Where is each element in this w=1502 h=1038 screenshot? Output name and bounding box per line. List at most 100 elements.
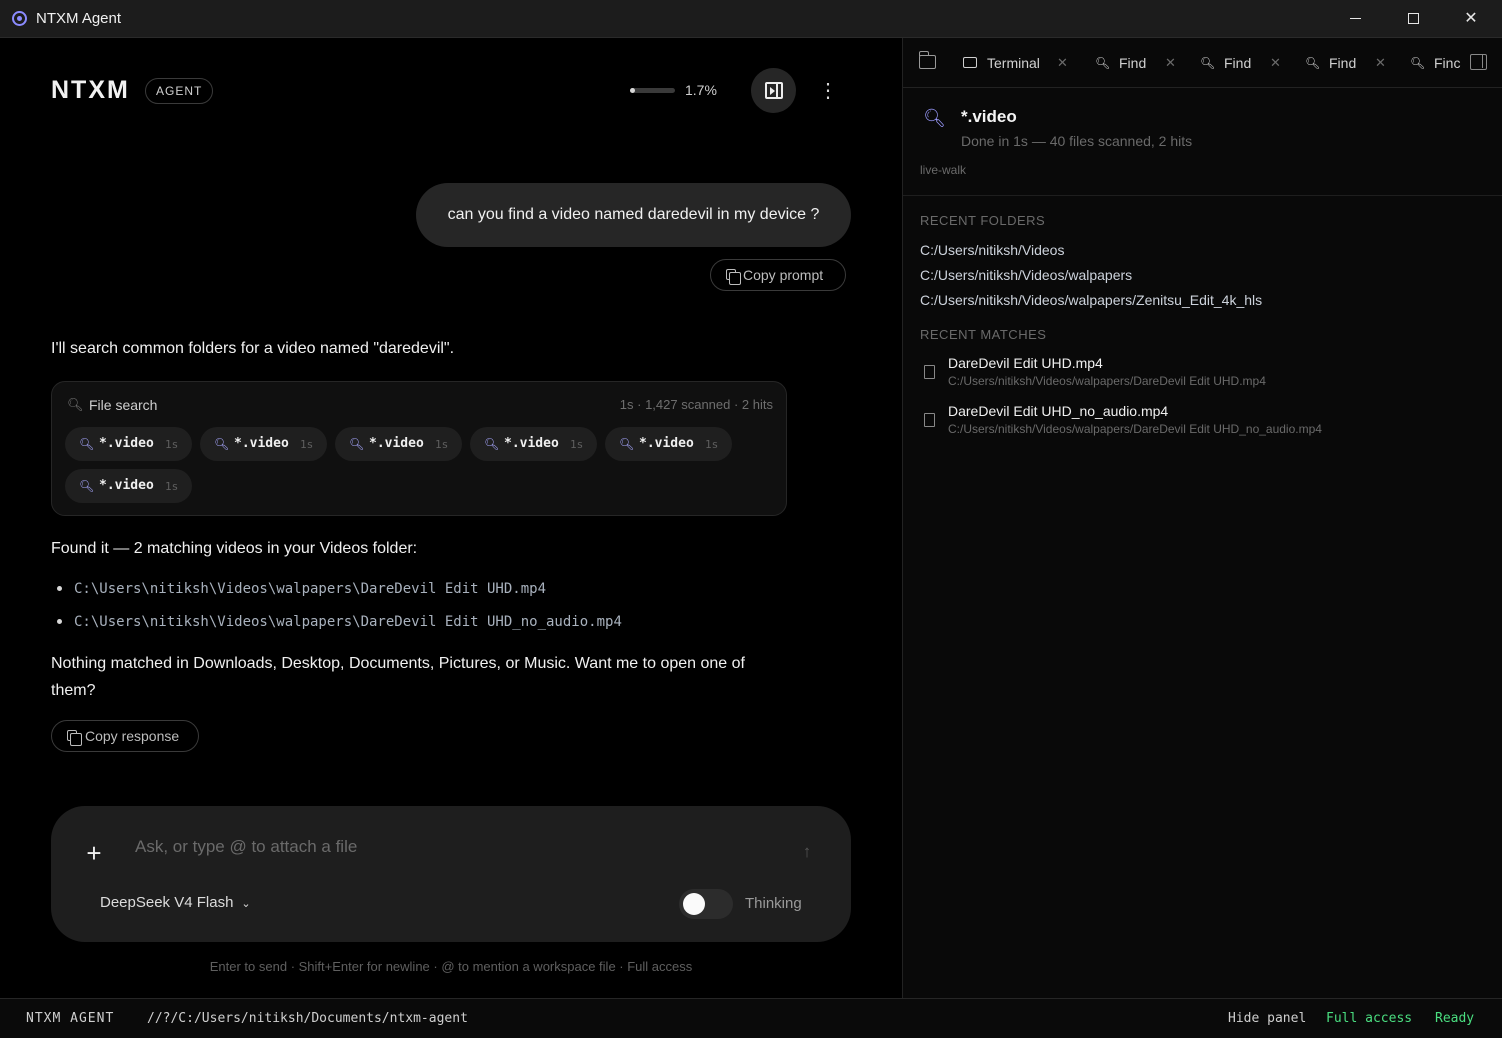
minimize-icon bbox=[1349, 18, 1361, 20]
close-tab-icon[interactable]: ✕ bbox=[1375, 38, 1386, 87]
title-bar: NTXM Agent ✕ bbox=[0, 0, 1502, 38]
recent-folder-link[interactable]: C:/Users/nitiksh/Videos bbox=[920, 242, 1064, 258]
search-duration: 1s bbox=[705, 438, 719, 451]
close-tab-icon[interactable]: ✕ bbox=[1165, 38, 1176, 87]
collapse-panel-icon[interactable] bbox=[1470, 54, 1487, 70]
find-summary: Done in 1s — 40 files scanned, 2 hits bbox=[961, 133, 1193, 149]
match-file-name: DareDevil Edit UHD_no_audio.mp4 bbox=[948, 403, 1169, 419]
search-duration: 1s bbox=[300, 438, 314, 451]
tab-terminal[interactable]: Terminal ✕ bbox=[963, 38, 1073, 87]
find-result-header: 🔍︎ *.video Done in 1s — 40 files scanned… bbox=[903, 88, 1502, 196]
search-call-chip[interactable]: 🔍︎ *.video 1s bbox=[65, 427, 192, 461]
user-message: can you find a video named daredevil in … bbox=[416, 183, 851, 247]
assistant-intro-text: I'll search common folders for a video n… bbox=[51, 340, 455, 357]
side-panel: Terminal ✕ 🔍︎ Find ✕ 🔍︎ Find ✕ 🔍︎ Find ✕… bbox=[902, 38, 1502, 998]
brand-logo: NTXM bbox=[51, 76, 130, 104]
prompt-input[interactable] bbox=[135, 834, 755, 860]
copy-icon bbox=[726, 269, 741, 285]
recent-match-item[interactable]: DareDevil Edit UHD_no_audio.mp4 C:/Users… bbox=[920, 403, 1480, 445]
context-usage-bar bbox=[630, 88, 675, 93]
search-duration: 1s bbox=[165, 480, 179, 493]
context-usage-text: 1.7% bbox=[685, 82, 717, 98]
tab-label: Find bbox=[1119, 55, 1147, 71]
close-tab-icon[interactable]: ✕ bbox=[1057, 38, 1068, 87]
panel-toggle-icon bbox=[765, 82, 783, 99]
search-call-chip[interactable]: 🔍︎ *.video 1s bbox=[470, 427, 597, 461]
search-duration: 1s bbox=[165, 438, 179, 451]
search-call-chip[interactable]: 🔍︎ *.video 1s bbox=[335, 427, 462, 461]
search-pattern: *.video bbox=[504, 436, 559, 451]
search-call-chip[interactable]: 🔍︎ *.video 1s bbox=[605, 427, 732, 461]
status-brand: NTXM AGENT bbox=[26, 1011, 115, 1026]
toggle-knob bbox=[683, 893, 705, 915]
copy-prompt-label: Copy prompt bbox=[743, 267, 824, 283]
search-call-chip[interactable]: 🔍︎ *.video 1s bbox=[200, 427, 327, 461]
tab-find[interactable]: 🔍︎ Find ✕ bbox=[1200, 38, 1290, 87]
search-icon: 🔍︎ bbox=[214, 437, 230, 451]
model-name: DeepSeek V4 Flash bbox=[100, 894, 234, 911]
tab-label: Find bbox=[1329, 55, 1357, 71]
toggle-panel-button[interactable] bbox=[751, 68, 796, 113]
copy-icon bbox=[67, 730, 82, 746]
recent-folders-heading: RECENT FOLDERS bbox=[920, 213, 1046, 228]
access-status: Full access bbox=[1326, 1011, 1413, 1026]
copy-response-button[interactable]: Copy response bbox=[51, 720, 199, 752]
agent-badge: AGENT bbox=[145, 78, 214, 104]
copy-prompt-button[interactable]: Copy prompt bbox=[710, 259, 846, 291]
file-search-meta: 1s · 1,427 scanned · 2 hits bbox=[619, 397, 773, 412]
search-pattern: *.video bbox=[99, 478, 154, 493]
folder-open-icon[interactable] bbox=[918, 51, 936, 69]
search-icon: 🔍︎ bbox=[1200, 56, 1216, 70]
recent-match-item[interactable]: DareDevil Edit UHD.mp4 C:/Users/nitiksh/… bbox=[920, 355, 1480, 397]
recent-folder-link[interactable]: C:/Users/nitiksh/Videos/walpapers/Zenits… bbox=[920, 292, 1262, 308]
composer: + ↑ DeepSeek V4 Flash ⌄ Thinking bbox=[51, 806, 851, 942]
tab-find[interactable]: 🔍︎ Find ✕ bbox=[1095, 38, 1185, 87]
search-pattern: *.video bbox=[639, 436, 694, 451]
status-bar: NTXM AGENT //?/C:/Users/nitiksh/Document… bbox=[0, 998, 1502, 1038]
file-search-title: File search bbox=[89, 397, 158, 413]
window-title: NTXM Agent bbox=[36, 10, 122, 27]
search-pattern: *.video bbox=[99, 436, 154, 451]
search-icon: 🔍︎ bbox=[67, 397, 84, 412]
file-search-card: 🔍︎ File search 1s · 1,427 scanned · 2 hi… bbox=[51, 381, 787, 516]
search-icon: 🔍︎ bbox=[79, 437, 95, 451]
tab-find[interactable]: 🔍︎ Finc bbox=[1410, 38, 1470, 87]
file-icon bbox=[924, 413, 935, 427]
search-icon: 🔍︎ bbox=[619, 437, 635, 451]
follow-up-text: Nothing matched in Downloads, Desktop, D… bbox=[51, 655, 745, 699]
close-button[interactable]: ✕ bbox=[1442, 0, 1500, 38]
thinking-label: Thinking bbox=[745, 895, 802, 912]
model-selector[interactable]: DeepSeek V4 Flash ⌄ bbox=[100, 894, 251, 911]
attach-plus-button[interactable]: + bbox=[83, 838, 105, 868]
maximize-button[interactable] bbox=[1384, 0, 1442, 38]
recent-folder-link[interactable]: C:/Users/nitiksh/Videos/walpapers bbox=[920, 267, 1132, 283]
search-pattern: *.video bbox=[234, 436, 289, 451]
close-icon: ✕ bbox=[1464, 10, 1478, 27]
search-icon: 🔍︎ bbox=[1305, 56, 1321, 70]
more-options-icon[interactable]: ⋮ bbox=[818, 79, 838, 103]
search-pattern: *.video bbox=[369, 436, 424, 451]
search-call-chip[interactable]: 🔍︎ *.video 1s bbox=[65, 469, 192, 503]
search-duration: 1s bbox=[570, 438, 584, 451]
search-icon: 🔍︎ bbox=[1410, 56, 1426, 70]
close-tab-icon[interactable]: ✕ bbox=[1270, 38, 1281, 87]
recent-matches-heading: RECENT MATCHES bbox=[920, 327, 1047, 342]
file-icon bbox=[924, 365, 935, 379]
match-file-path: C:/Users/nitiksh/Videos/walpapers/DareDe… bbox=[948, 374, 1266, 388]
app-logo-icon bbox=[12, 11, 27, 26]
search-icon: 🔍︎ bbox=[1095, 56, 1111, 70]
thinking-toggle[interactable] bbox=[679, 889, 733, 919]
tab-label: Finc bbox=[1434, 55, 1461, 71]
match-file-path: C:/Users/nitiksh/Videos/walpapers/DareDe… bbox=[948, 422, 1322, 436]
send-arrow-icon[interactable]: ↑ bbox=[797, 842, 817, 862]
search-icon: 🔍︎ bbox=[923, 108, 946, 128]
context-usage-fill bbox=[630, 88, 636, 93]
tab-find[interactable]: 🔍︎ Find ✕ bbox=[1305, 38, 1395, 87]
minimize-button[interactable] bbox=[1326, 0, 1384, 38]
hide-panel-button[interactable]: Hide panel bbox=[1228, 1011, 1306, 1026]
terminal-icon bbox=[963, 38, 977, 87]
chevron-down-icon: ⌄ bbox=[241, 898, 251, 910]
copy-response-label: Copy response bbox=[85, 728, 180, 744]
found-path: C:\Users\nitiksh\Videos\walpapers\DareDe… bbox=[51, 578, 622, 611]
maximize-icon bbox=[1407, 13, 1419, 25]
